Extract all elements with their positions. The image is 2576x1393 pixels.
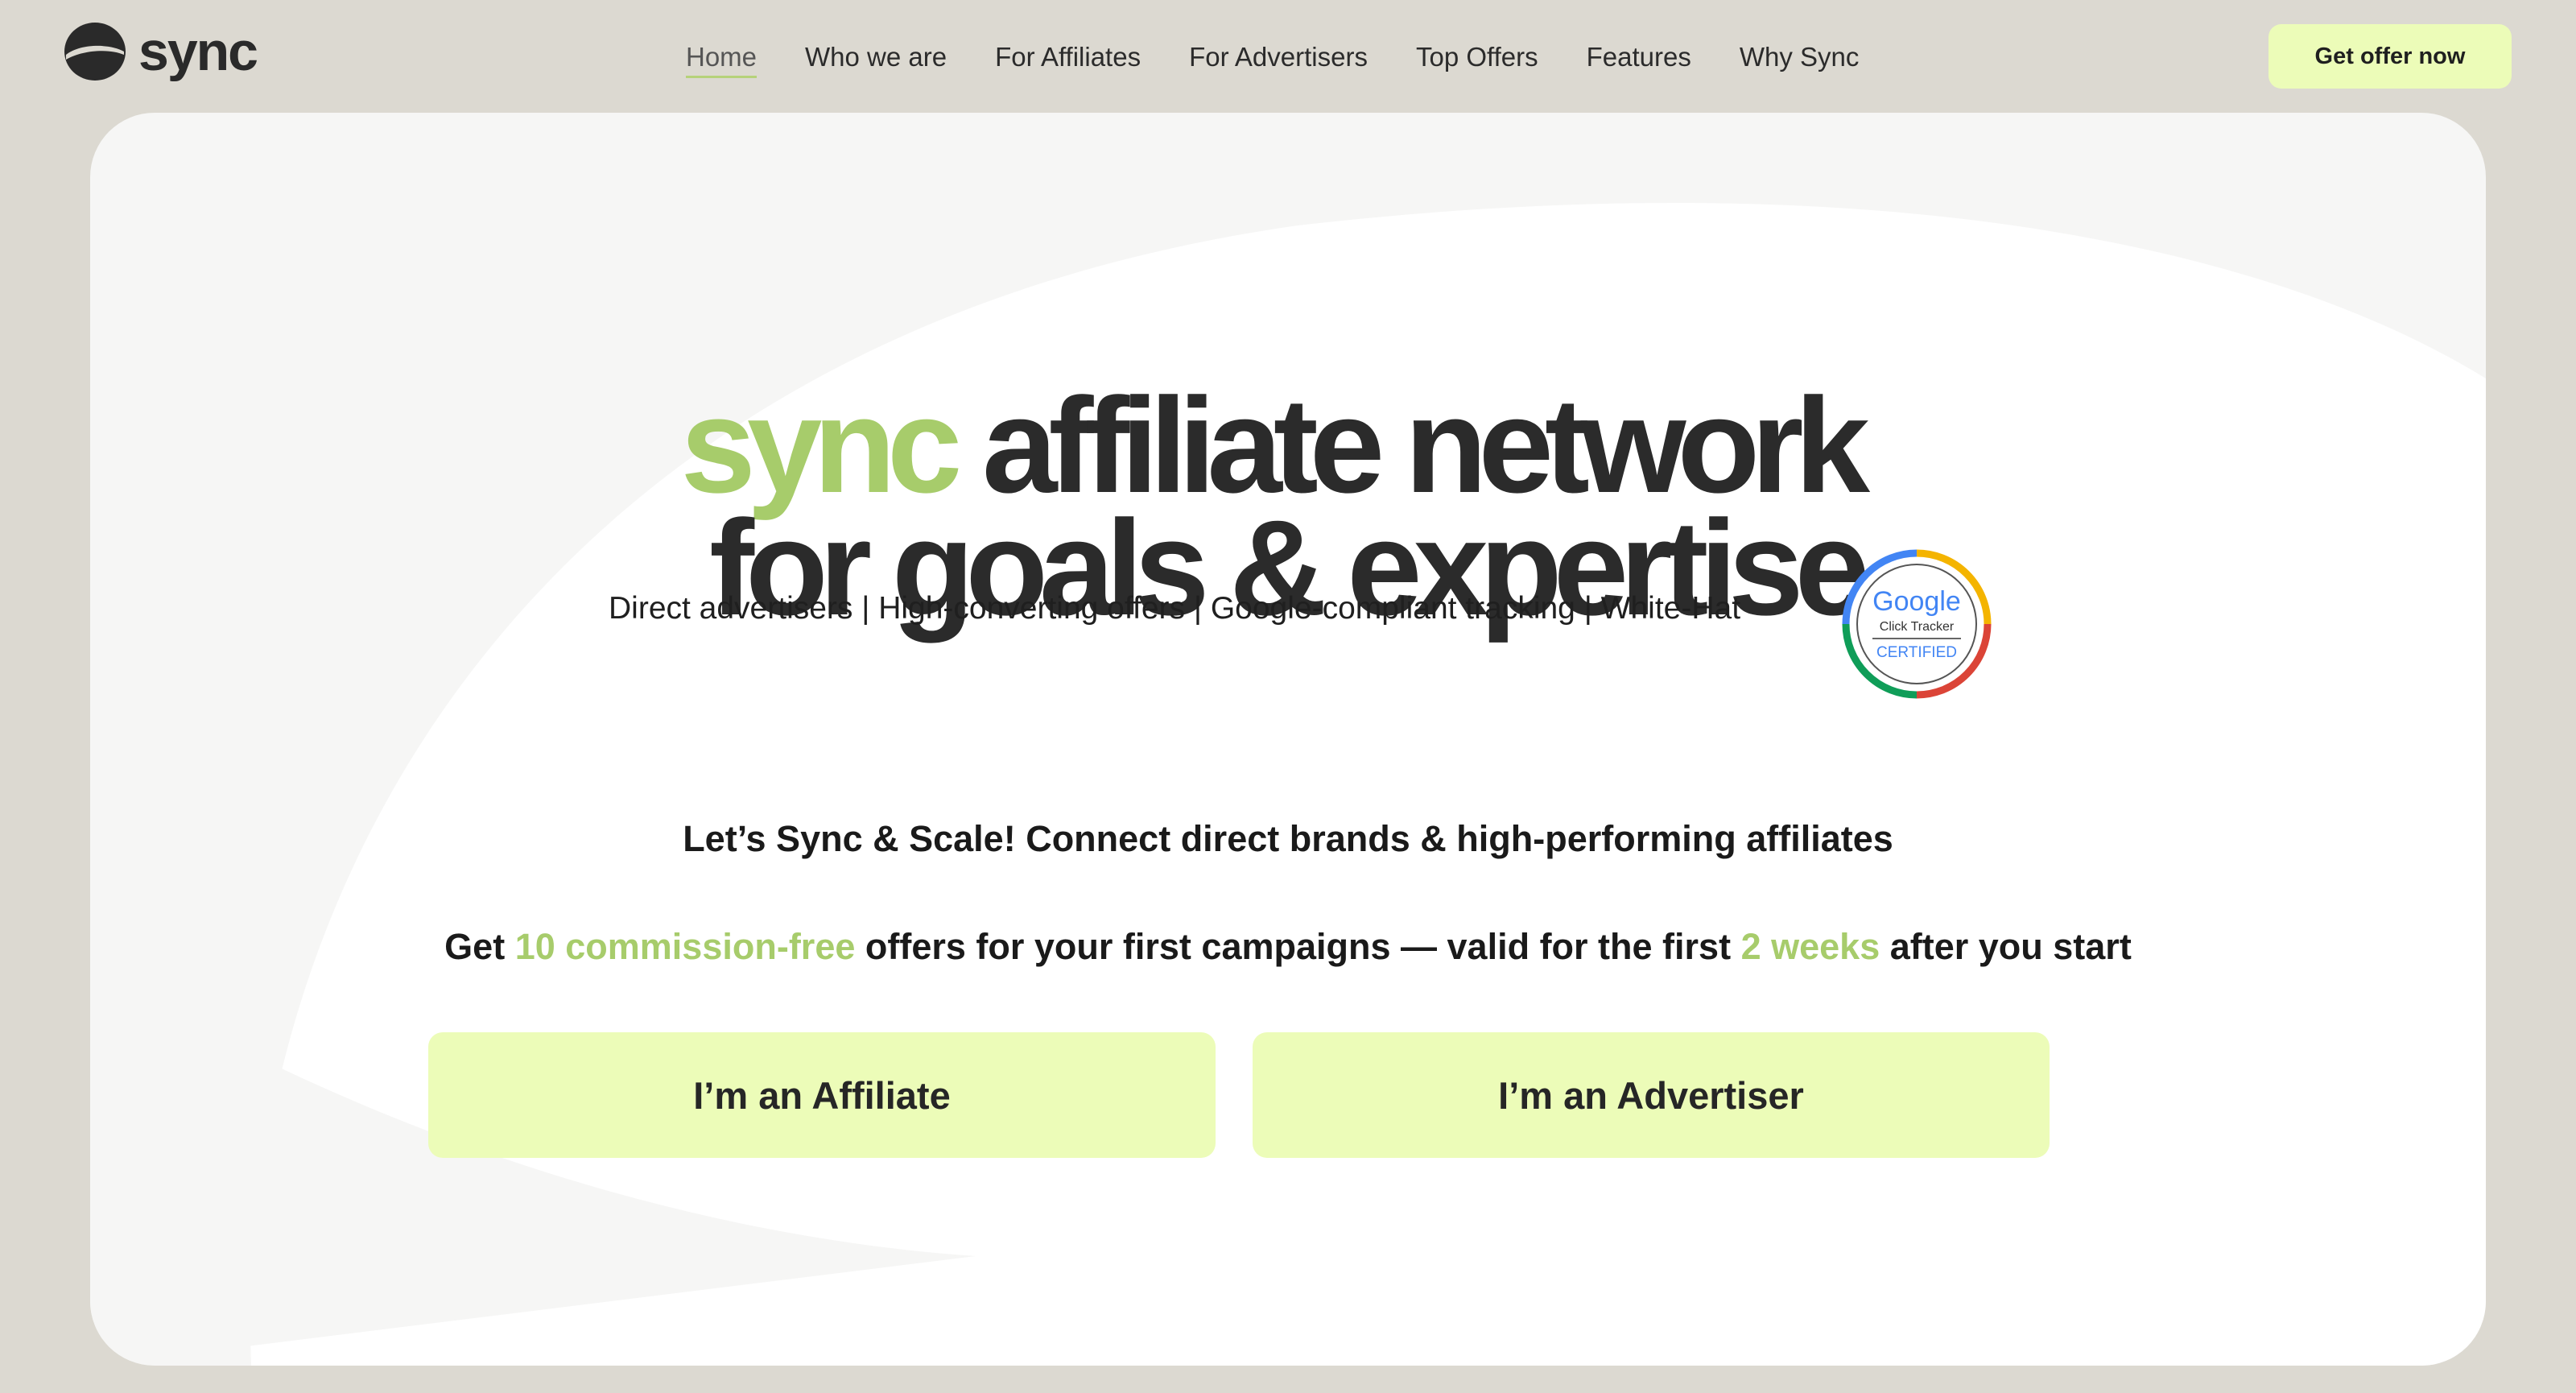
google-certified-badge-icon: Google Click Tracker CERTIFIED	[1842, 549, 1992, 699]
nav-for-affiliates[interactable]: For Affiliates	[995, 39, 1141, 78]
promo-highlight-2: 2 weeks	[1740, 926, 1880, 967]
brand-name: sync	[138, 21, 258, 82]
hero-background-shape	[90, 202, 2486, 1366]
promo-highlight-1: 10 commission-free	[514, 926, 856, 967]
sync-logo-icon	[64, 23, 126, 81]
brand-logo[interactable]: sync	[63, 19, 258, 84]
feature-list: Direct advertisers | High-converting off…	[609, 591, 1741, 626]
badge-line1: Google	[1872, 586, 1961, 617]
nav-home[interactable]: Home	[686, 39, 758, 78]
nav-why-sync[interactable]: Why Sync	[1740, 39, 1860, 78]
badge-line2: Click Tracker	[1880, 620, 1955, 634]
nav-for-advertisers[interactable]: For Advertisers	[1189, 39, 1368, 78]
hero-section: sync affiliate network for goals & exper…	[90, 113, 2486, 1366]
promo-part-3: after you start	[1880, 926, 2132, 967]
hero-tagline: Let’s Sync & Scale! Connect direct brand…	[683, 818, 1893, 859]
nav-features[interactable]: Features	[1587, 39, 1691, 78]
nav-who-we-are[interactable]: Who we are	[805, 39, 947, 78]
affiliate-button[interactable]: I’m an Affiliate	[428, 1032, 1216, 1158]
badge-line3: CERTIFIED	[1876, 644, 1957, 661]
advertiser-button[interactable]: I’m an Advertiser	[1253, 1032, 2050, 1158]
get-offer-button[interactable]: Get offer now	[2268, 24, 2512, 89]
promo-text: Get 10 commission-free offers for your f…	[90, 926, 2486, 968]
promo-part-2: offers for your first campaigns — valid …	[855, 926, 1741, 967]
main-nav: Home Who we are For Affiliates For Adver…	[686, 39, 1859, 78]
promo-part-1: Get	[444, 926, 515, 967]
nav-top-offers[interactable]: Top Offers	[1416, 39, 1538, 78]
